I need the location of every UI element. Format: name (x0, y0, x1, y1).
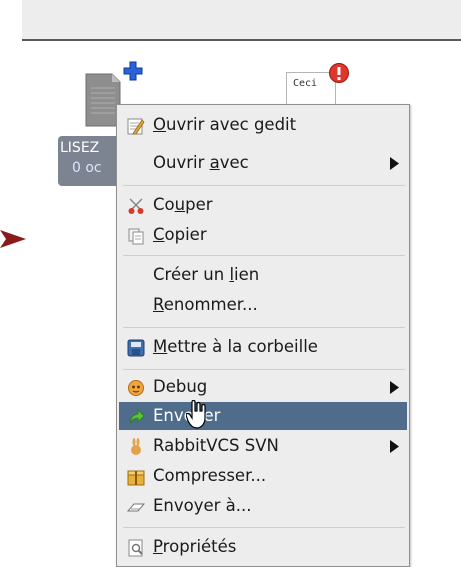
menu-item-debug[interactable]: Debug (119, 373, 407, 401)
menu-item-label: Debug (153, 377, 208, 396)
menu-item-move-to-trash[interactable]: Mettre à la corbeille (119, 333, 407, 361)
trash-icon (127, 339, 145, 357)
scissors-icon (128, 198, 144, 214)
menu-item-label: RabbitVCS SVN (153, 436, 279, 455)
send-icon (129, 409, 145, 424)
debug-icon (128, 380, 144, 396)
archive-icon (127, 470, 145, 486)
menu-item-label: Compresser... (153, 466, 267, 485)
menu-item-properties[interactable]: Propriétés (119, 533, 407, 561)
menu-item-rabbitvcs-svn[interactable]: RabbitVCS SVN (119, 432, 407, 460)
menu-item-copy[interactable]: Copier (119, 221, 407, 249)
menu-item-open-with[interactable]: Ouvrir avec (119, 149, 407, 177)
menu-item-send[interactable]: Envoyer (119, 402, 407, 430)
menu-item-label: Couper (153, 195, 213, 214)
error-emblem-icon (329, 63, 349, 83)
context-menu: Ouvrir avec gedit Ouvrir avec Couper Cop… (116, 104, 410, 567)
menu-item-label: Propriétés (153, 537, 237, 556)
menu-item-label: Renommer... (153, 295, 258, 314)
menu-item-label: Ouvrir avec (153, 153, 249, 172)
file-size: 0 oc (72, 160, 102, 176)
menu-item-create-link[interactable]: Créer un lien (119, 261, 407, 289)
submenu-arrow-icon (390, 381, 399, 394)
submenu-arrow-icon (390, 157, 399, 170)
menu-item-label: Ouvrir avec gedit (153, 115, 297, 134)
menu-separator (123, 327, 405, 328)
add-emblem-icon (123, 61, 143, 81)
arrow-pointer-icon (0, 230, 26, 248)
menu-separator (123, 527, 405, 528)
gedit-icon (127, 118, 145, 135)
menu-separator (123, 255, 405, 256)
submenu-arrow-icon (390, 440, 399, 453)
menu-item-label: Mettre à la corbeille (153, 337, 318, 356)
properties-icon (128, 539, 143, 557)
menu-item-label: Envoyer à... (153, 496, 252, 515)
file-name: LISEZ (60, 140, 100, 156)
top-toolbar-strip (22, 0, 461, 41)
mouse-cursor-icon (186, 400, 206, 429)
menu-item-compress[interactable]: Compresser... (119, 462, 407, 490)
menu-item-send-to[interactable]: Envoyer à... (119, 492, 407, 520)
menu-item-cut[interactable]: Couper (119, 191, 407, 219)
copy-icon (128, 228, 144, 245)
menu-separator (123, 369, 405, 370)
menu-item-rename[interactable]: Renommer... (119, 291, 407, 319)
rabbitvcs-icon (131, 438, 141, 455)
menu-separator (123, 185, 405, 186)
menu-item-open-with-gedit[interactable]: Ouvrir avec gedit (119, 111, 407, 139)
menu-item-label: Copier (153, 225, 207, 244)
send-to-icon (127, 503, 145, 512)
menu-item-label: Créer un lien (153, 265, 260, 284)
document-preview-text: Ceci (293, 78, 318, 89)
file-label: LISEZ 0 oc (58, 136, 122, 186)
